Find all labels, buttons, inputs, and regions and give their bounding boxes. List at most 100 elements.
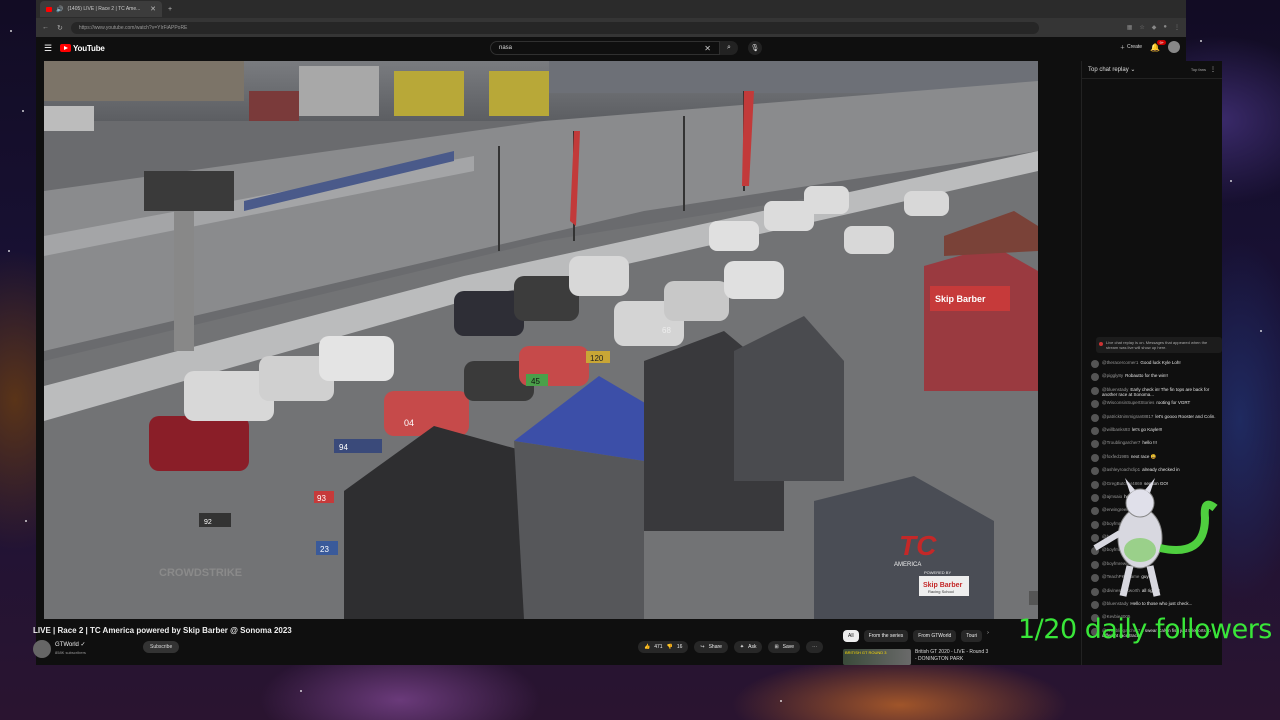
search-button[interactable]: ⌕ [720,41,738,55]
youtube-play-icon [60,44,71,52]
chip-from-gtworld[interactable]: From GTWorld [913,630,957,642]
new-tab-icon[interactable]: + [168,6,172,13]
chat-author-avatar[interactable] [1091,400,1099,409]
like-dislike-button[interactable]: 👍 471 👎 16 [638,641,689,653]
chip-from-series[interactable]: From the series [863,630,909,642]
chat-author[interactable]: @theracercorner1 [1102,360,1138,365]
youtube-logo[interactable]: YouTube [60,44,105,53]
more-actions-button[interactable]: ⋯ [806,641,824,653]
top-fans-button[interactable]: Top fans [1191,67,1206,72]
more-icon[interactable]: ⋮ [1174,24,1180,31]
chat-text: rooting for VGRT [1156,400,1191,406]
chevron-right-icon[interactable]: › [987,630,989,642]
skip-barber-banner-text: Skip Barber [935,294,986,304]
racing-school-text: Racing School [928,589,954,594]
search-value: nasa [499,45,513,51]
account-avatar[interactable] [1168,41,1180,53]
chevron-down-icon[interactable]: ⌄ [1129,66,1135,73]
chat-message-body: @willbanks93 let's go Kayle!!! [1102,427,1162,432]
chat-author-avatar[interactable] [1091,413,1099,422]
chat-mode-dropdown[interactable]: Top chat replay [1088,67,1129,73]
recommended-video[interactable]: BRITISH GT ROUND 3 British GT 2020 - LIV… [843,649,988,665]
chat-author-avatar[interactable] [1091,426,1099,435]
create-button[interactable]: ＋ Create [1120,44,1142,51]
powered-by-text: POWERED BY [924,570,951,575]
chat-author-avatar[interactable] [1091,467,1099,476]
chat-header: Top chat replay ⌄ Top fans ⋮ [1082,61,1222,79]
save-label: Save [782,644,795,650]
url-field[interactable]: https://www.youtube.com/watch?v=YIrFiAPP… [70,21,1039,34]
extension-icon[interactable]: ◆ [1152,24,1157,31]
chat-author[interactable]: @Troublingarcher7 [1102,440,1140,445]
star-icon[interactable]: ☆ [1139,24,1144,31]
chat-author-avatar[interactable] [1091,453,1099,462]
share-button[interactable]: ↪ Share [694,641,728,653]
like-count: 471 [654,644,663,650]
tc-logo-text: TC [899,530,937,561]
chat-message[interactable]: @foxfed1985 next race 😀 [1091,453,1223,467]
recommended-title-line1[interactable]: British GT 2020 - LIVE - Round 3 [915,649,988,656]
tab-title: (1405) LIVE | Race 2 | TC Ame... [67,6,141,12]
chat-message[interactable]: @Troublingarcher7 hello !!! [1091,440,1223,453]
profile-icon[interactable]: ● [1163,24,1167,31]
chat-text: next race 😀 [1130,453,1157,459]
reload-icon[interactable]: ↻ [57,24,63,32]
recommended-thumbnail[interactable]: BRITISH GT ROUND 3 [843,649,911,665]
header-actions: ＋ Create 🔔 9+ [1120,39,1180,53]
close-tab-icon[interactable]: ✕ [150,5,156,13]
voice-search-button[interactable]: 🎙 [748,41,762,55]
chat-author[interactable]: @foxfed1985 [1102,454,1129,459]
ask-button[interactable]: ✦ Ask [733,641,763,653]
chat-author[interactable]: @WisconsinSupertStories [1102,400,1154,405]
recommended-title-line2[interactable]: - DONINGTON PARK [915,656,988,663]
notifications-button[interactable]: 🔔 9+ [1150,39,1166,52]
car-number-04: 04 [404,418,414,428]
save-button[interactable]: ⊞ Save [768,641,801,653]
chat-author[interactable]: @willbanks93 [1102,427,1130,432]
search-input[interactable]: nasa ✕ [490,41,720,55]
chat-message-body: @ashleyroachclip1 already checked in [1102,467,1180,472]
browser-window: 🔊 (1405) LIVE | Race 2 | TC Ame... ✕ + ←… [36,0,1222,665]
plus-icon: ＋ [1120,44,1126,51]
chat-author-avatar[interactable] [1091,386,1099,395]
chip-all[interactable]: All [843,630,859,642]
chat-message[interactable]: @WisconsinSupertStories rooting for VGRT [1091,400,1223,413]
video-player[interactable]: TC AMERICA POWERED BY Skip Barber Racing… [44,61,1038,619]
back-icon[interactable]: ← [42,24,49,31]
chat-message[interactable]: @patricktnimmigrant8817 let's goooo Roost… [1091,413,1223,427]
hamburger-menu-icon[interactable]: ☰ [44,43,60,54]
chat-message[interactable]: @theracercorner1 Good luck Kyle Loh! [1091,360,1223,373]
microphone-icon: 🎙 [750,45,760,52]
chat-author-avatar[interactable] [1091,360,1099,368]
ask-label: Ask [748,644,757,650]
chat-message-body: @patricktnimmigrant8817 let's goooo Roost… [1102,414,1216,419]
extension-icons: ▦ ☆ ◆ ● ⋮ [1127,24,1180,31]
chat-author-avatar[interactable] [1091,440,1099,449]
chat-message[interactable]: @willbanks93 let's go Kayle!!! [1091,426,1223,440]
browser-tab[interactable]: 🔊 (1405) LIVE | Race 2 | TC Ame... ✕ [40,1,162,17]
chat-author-avatar[interactable] [1091,373,1099,382]
chip-touring[interactable]: Touri [961,630,983,642]
thumbs-up-icon[interactable]: 👍 [644,644,650,650]
number-board-92: 92 [204,519,212,526]
search-icon: ⌕ [727,44,731,51]
chat-message[interactable]: @bluenstady Early check in! The fin tops … [1091,386,1223,400]
speaker-icon[interactable]: 🔊 [56,6,63,13]
number-board-93: 93 [317,494,326,503]
notification-badge: 9+ [1157,39,1166,45]
chat-text: Robautto for the win!! [1125,373,1168,379]
youtube-logo-text: YouTube [73,43,105,53]
chat-author[interactable]: @patricktnimmigrant8817 [1102,414,1153,419]
america-text: AMERICA [894,562,921,568]
channel-avatar[interactable] [33,640,51,658]
thumbs-down-icon[interactable]: 👎 [667,644,673,650]
chat-author[interactable]: @piggly8y [1102,373,1123,378]
chat-author[interactable]: @ashleyroachclip1 [1102,467,1140,472]
grid-icon[interactable]: ▦ [1127,24,1133,31]
channel-name[interactable]: GTWorld ✓ [55,641,86,648]
more-options-icon[interactable]: ⋮ [1210,66,1216,73]
number-board-120: 120 [590,354,604,363]
clear-search-icon[interactable]: ✕ [704,44,711,53]
subscribe-button[interactable]: Subscribe [143,641,180,653]
chat-message[interactable]: @piggly8y Robautto for the win!! [1091,373,1223,386]
